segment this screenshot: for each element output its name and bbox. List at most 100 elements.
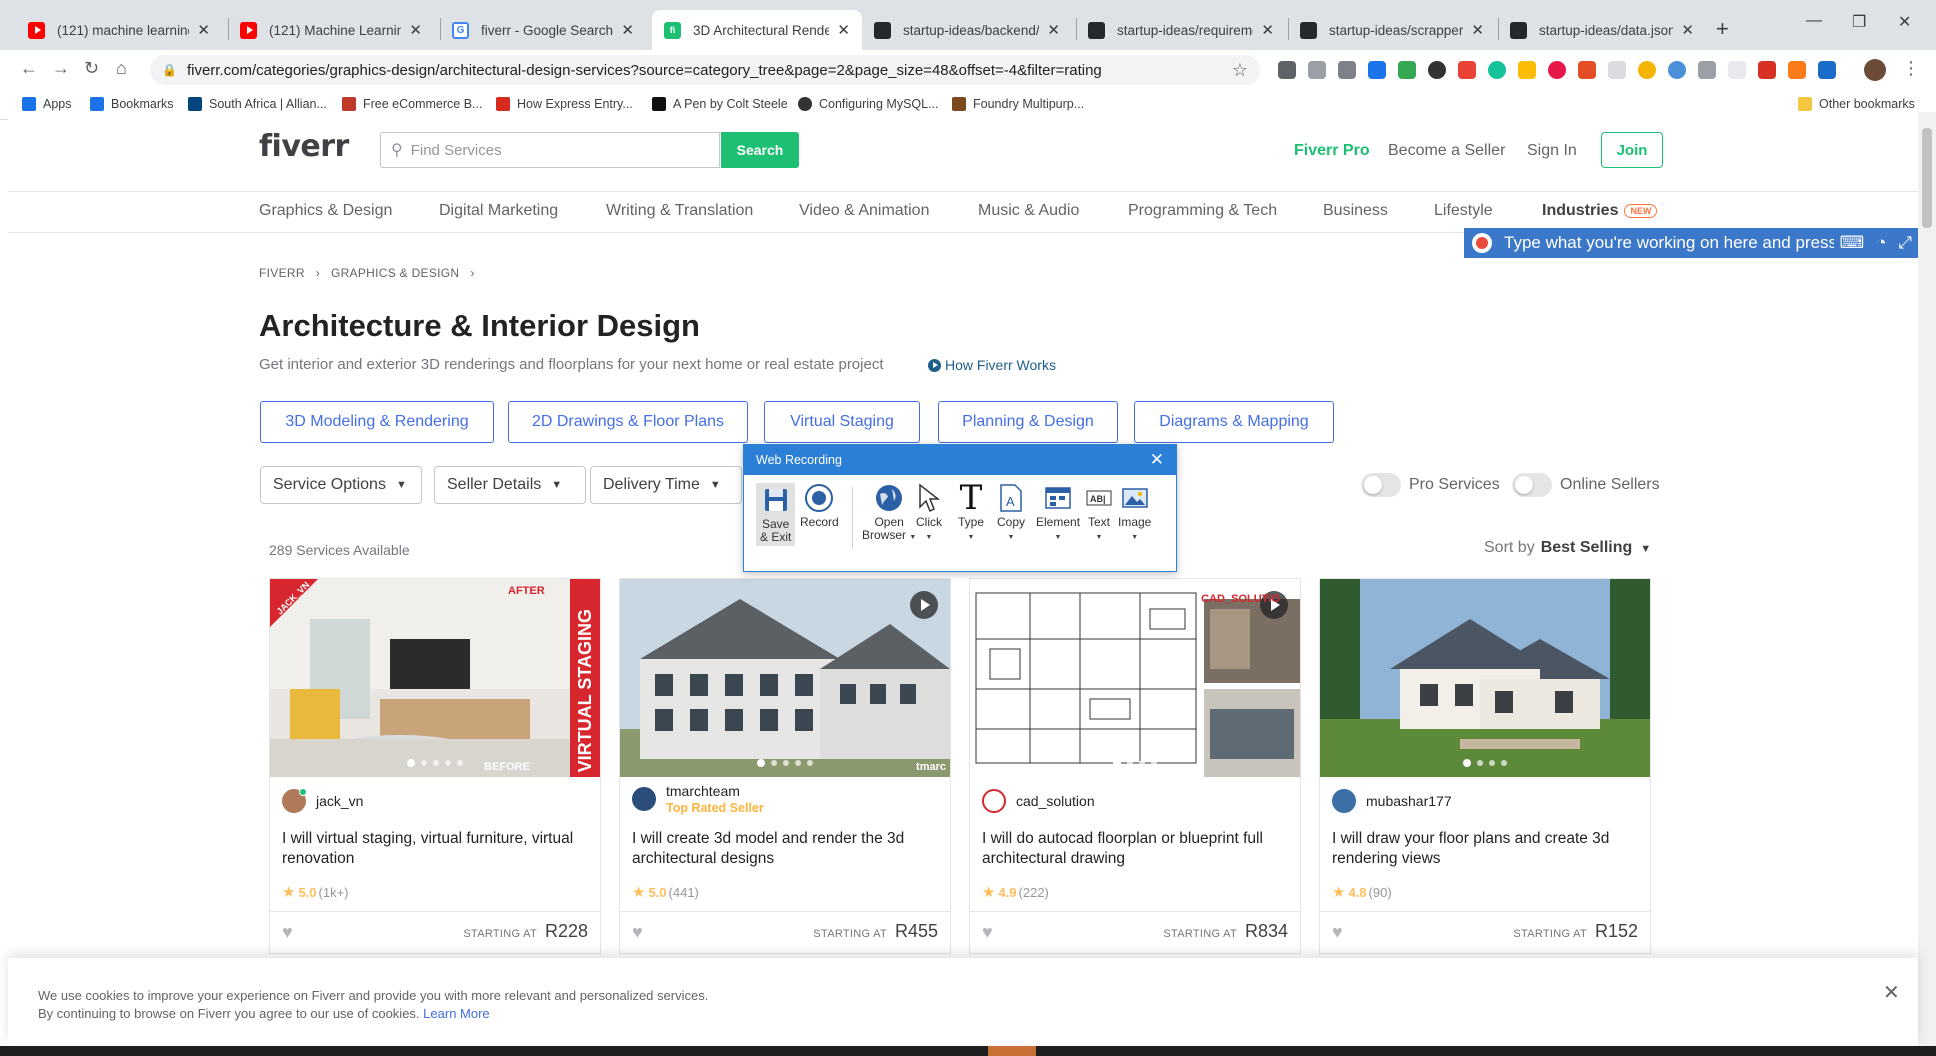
category-business[interactable]: Business [1323, 202, 1388, 220]
learn-more-link[interactable]: Learn More [423, 1006, 489, 1021]
keyboard-icon[interactable]: ⌨ [1840, 233, 1865, 253]
seller-name[interactable]: cad_solution [1016, 793, 1095, 809]
extension-icon[interactable] [1728, 61, 1746, 79]
gig-title[interactable]: I will draw your floor plans and create … [1332, 829, 1640, 869]
category-lifestyle[interactable]: Lifestyle [1434, 202, 1493, 220]
grammarly-icon[interactable] [1488, 61, 1506, 79]
window-close-icon[interactable]: ✕ [1898, 12, 1911, 32]
gig-price[interactable]: STARTING AT R455 [813, 921, 938, 942]
gig-card[interactable]: tmarc tmarchteam Top Rated Seller I will… [619, 578, 951, 954]
fiverr-logo[interactable]: fiverr [259, 129, 349, 164]
extension-icon[interactable] [1458, 61, 1476, 79]
seller-info[interactable]: cad_solution [982, 789, 1095, 813]
seller-name[interactable]: jack_vn [316, 793, 363, 809]
heart-icon[interactable]: ♥ [1332, 922, 1343, 943]
text-button[interactable]: AB| Text ▼ [1084, 483, 1114, 544]
category-digital-marketing[interactable]: Digital Marketing [439, 202, 558, 220]
record-button[interactable]: Record [800, 483, 839, 529]
back-icon[interactable]: ← [20, 58, 38, 79]
extension-icon[interactable] [1518, 61, 1536, 79]
more-menu-icon[interactable]: ⋮ [1902, 58, 1920, 79]
gig-card[interactable]: VIRTUAL STAGING AFTER BEFORE JACK_VN jac… [269, 578, 601, 954]
play-video-icon[interactable] [910, 591, 938, 619]
other-bookmarks[interactable]: Other bookmarks [1798, 97, 1915, 111]
close-icon[interactable]: ✕ [1047, 21, 1060, 39]
search-button[interactable]: Search [721, 132, 799, 168]
gig-card[interactable]: CAD_SOLUTIO cad_solution I will do autoc… [969, 578, 1301, 954]
category-programming-tech[interactable]: Programming & Tech [1128, 202, 1277, 220]
seller-name[interactable]: tmarchteam [666, 783, 764, 799]
minimize-icon[interactable]: — [1806, 12, 1822, 30]
sign-in-link[interactable]: Sign In [1527, 142, 1577, 160]
gig-price[interactable]: STARTING AT R228 [463, 921, 588, 942]
bookmark-item[interactable]: Foundry Multipurp... [952, 97, 1084, 111]
bookmark-item[interactable]: Free eCommerce B... [342, 97, 482, 111]
close-icon[interactable]: ✕ [1681, 21, 1694, 39]
browser-tab[interactable]: (121) machine learning tuto ✕ [16, 10, 222, 50]
copy-button[interactable]: A Copy ▼ [996, 483, 1026, 544]
close-icon[interactable]: ✕ [197, 21, 210, 39]
browser-tab[interactable]: startup-ideas/backend/scra ✕ [862, 10, 1072, 50]
bookmark-item[interactable]: How Express Entry... [496, 97, 633, 111]
seller-info[interactable]: tmarchteam Top Rated Seller [632, 783, 764, 815]
forward-icon[interactable]: → [52, 58, 70, 79]
close-icon[interactable]: ✕ [1471, 21, 1484, 39]
gig-title[interactable]: I will create 3d model and render the 3d… [632, 829, 940, 869]
heart-icon[interactable]: ♥ [282, 922, 293, 943]
extension-icon[interactable] [1758, 61, 1776, 79]
category-video-animation[interactable]: Video & Animation [799, 202, 929, 220]
element-button[interactable]: Element ▼ [1036, 483, 1080, 544]
category-writing-translation[interactable]: Writing & Translation [606, 202, 753, 220]
uipath-icon[interactable] [1818, 61, 1836, 79]
browser-tab[interactable]: (121) Machine Learning Zer ✕ [228, 10, 434, 50]
extension-icon[interactable] [1698, 61, 1716, 79]
filter-service-options[interactable]: Service Options ▼ [260, 466, 422, 504]
extension-icon[interactable] [1668, 61, 1686, 79]
bookmark-item[interactable]: South Africa | Allian... [188, 97, 327, 111]
reload-icon[interactable]: ↻ [84, 58, 99, 79]
carousel-dots[interactable] [1113, 759, 1157, 767]
extension-icon[interactable] [1398, 61, 1416, 79]
home-icon[interactable]: ⌂ [116, 58, 127, 79]
bookmark-star-icon[interactable]: ☆ [1232, 60, 1248, 81]
gig-price[interactable]: STARTING AT R152 [1513, 921, 1638, 942]
gig-title[interactable]: I will do autocad floorplan or blueprint… [982, 829, 1290, 869]
bookmark-item[interactable]: A Pen by Colt Steele [652, 97, 788, 111]
close-icon[interactable]: ✕ [1150, 450, 1164, 470]
fiverr-pro-link[interactable]: Fiverr Pro [1294, 142, 1370, 160]
taskbar-active-app[interactable] [988, 1046, 1036, 1056]
image-button[interactable]: Image ▼ [1118, 483, 1151, 544]
page-scrollbar[interactable] [1918, 112, 1936, 1052]
heart-icon[interactable]: ♥ [982, 922, 993, 943]
close-icon[interactable]: ✕ [1883, 980, 1900, 1005]
subcategory-diagrams-mapping[interactable]: Diagrams & Mapping [1134, 401, 1334, 443]
breadcrumb-graphics-design[interactable]: GRAPHICS & DESIGN [331, 266, 459, 280]
bookmark-item[interactable]: Apps [22, 97, 72, 111]
online-sellers-toggle[interactable]: Online Sellers [1512, 473, 1660, 497]
pro-services-toggle[interactable]: Pro Services [1361, 473, 1500, 497]
extension-icon[interactable] [1548, 61, 1566, 79]
filter-seller-details[interactable]: Seller Details ▼ [434, 466, 586, 504]
bookmark-item[interactable]: Bookmarks [90, 97, 174, 111]
avatar[interactable] [1864, 59, 1886, 81]
seller-info[interactable]: mubashar177 [1332, 789, 1452, 813]
close-icon[interactable]: ✕ [1261, 21, 1274, 39]
subcategory-virtual-staging[interactable]: Virtual Staging [764, 401, 920, 443]
gig-image[interactable]: CAD_SOLUTIO [970, 579, 1300, 777]
browser-tab[interactable]: startup-ideas/data.json at m ✕ [1498, 10, 1706, 50]
extension-icon[interactable] [1278, 61, 1296, 79]
new-tab-button[interactable]: + [1716, 16, 1729, 42]
timer-icon[interactable]: ◔ [1876, 233, 1886, 253]
toggle-switch[interactable] [1512, 473, 1552, 497]
bookmark-item[interactable]: Configuring MySQL... [798, 97, 939, 111]
extension-icon[interactable] [1308, 61, 1326, 79]
type-helper-bar[interactable]: Type what you're working on here and pre… [1464, 228, 1918, 258]
carousel-dots[interactable] [407, 759, 463, 767]
sort-by-dropdown[interactable]: Sort by Best Selling ▼ [1484, 539, 1651, 557]
category-music-audio[interactable]: Music & Audio [978, 202, 1079, 220]
gig-image[interactable]: VIRTUAL STAGING AFTER BEFORE JACK_VN [270, 579, 600, 777]
helper-text[interactable]: Type what you're working on here and pre… [1504, 233, 1834, 253]
join-button[interactable]: Join [1601, 132, 1663, 168]
close-icon[interactable]: ✕ [621, 21, 634, 39]
close-icon[interactable]: ✕ [409, 21, 422, 39]
